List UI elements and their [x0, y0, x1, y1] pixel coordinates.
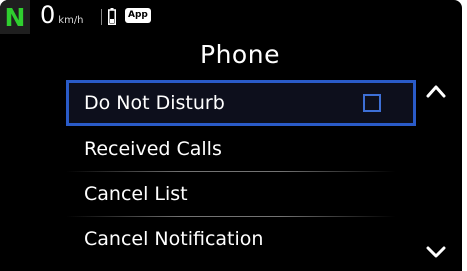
- speed-value: 0: [40, 1, 56, 29]
- list-item-cancel-notification[interactable]: Cancel Notification: [66, 216, 416, 261]
- gear-indicator: N: [0, 0, 30, 34]
- app-badge: App: [125, 8, 151, 23]
- speed-unit: km/h: [58, 15, 84, 26]
- list-item-do-not-disturb[interactable]: Do Not Disturb: [66, 80, 416, 126]
- gear-label: N: [4, 2, 26, 32]
- battery-icon: [108, 8, 116, 25]
- list-item-cancel-list[interactable]: Cancel List: [66, 171, 416, 217]
- chevron-up-icon[interactable]: [424, 83, 448, 99]
- chevron-down-icon[interactable]: [424, 244, 448, 260]
- do-not-disturb-checkbox[interactable]: [363, 94, 381, 112]
- list-item-label: Do Not Disturb: [84, 92, 225, 114]
- list-item-label: Received Calls: [84, 137, 222, 160]
- page-title: Phone: [200, 40, 280, 69]
- list-item-received-calls[interactable]: Received Calls: [66, 126, 416, 172]
- phone-settings-list: Do Not Disturb Received Calls Cancel Lis…: [66, 80, 416, 261]
- cluster-screen: N 0 km/h App Phone Do Not Disturb Receiv…: [0, 0, 462, 271]
- status-divider: [101, 9, 102, 25]
- list-item-label: Cancel Notification: [84, 227, 264, 250]
- list-item-label: Cancel List: [84, 182, 188, 205]
- speedometer: 0 km/h: [40, 3, 84, 27]
